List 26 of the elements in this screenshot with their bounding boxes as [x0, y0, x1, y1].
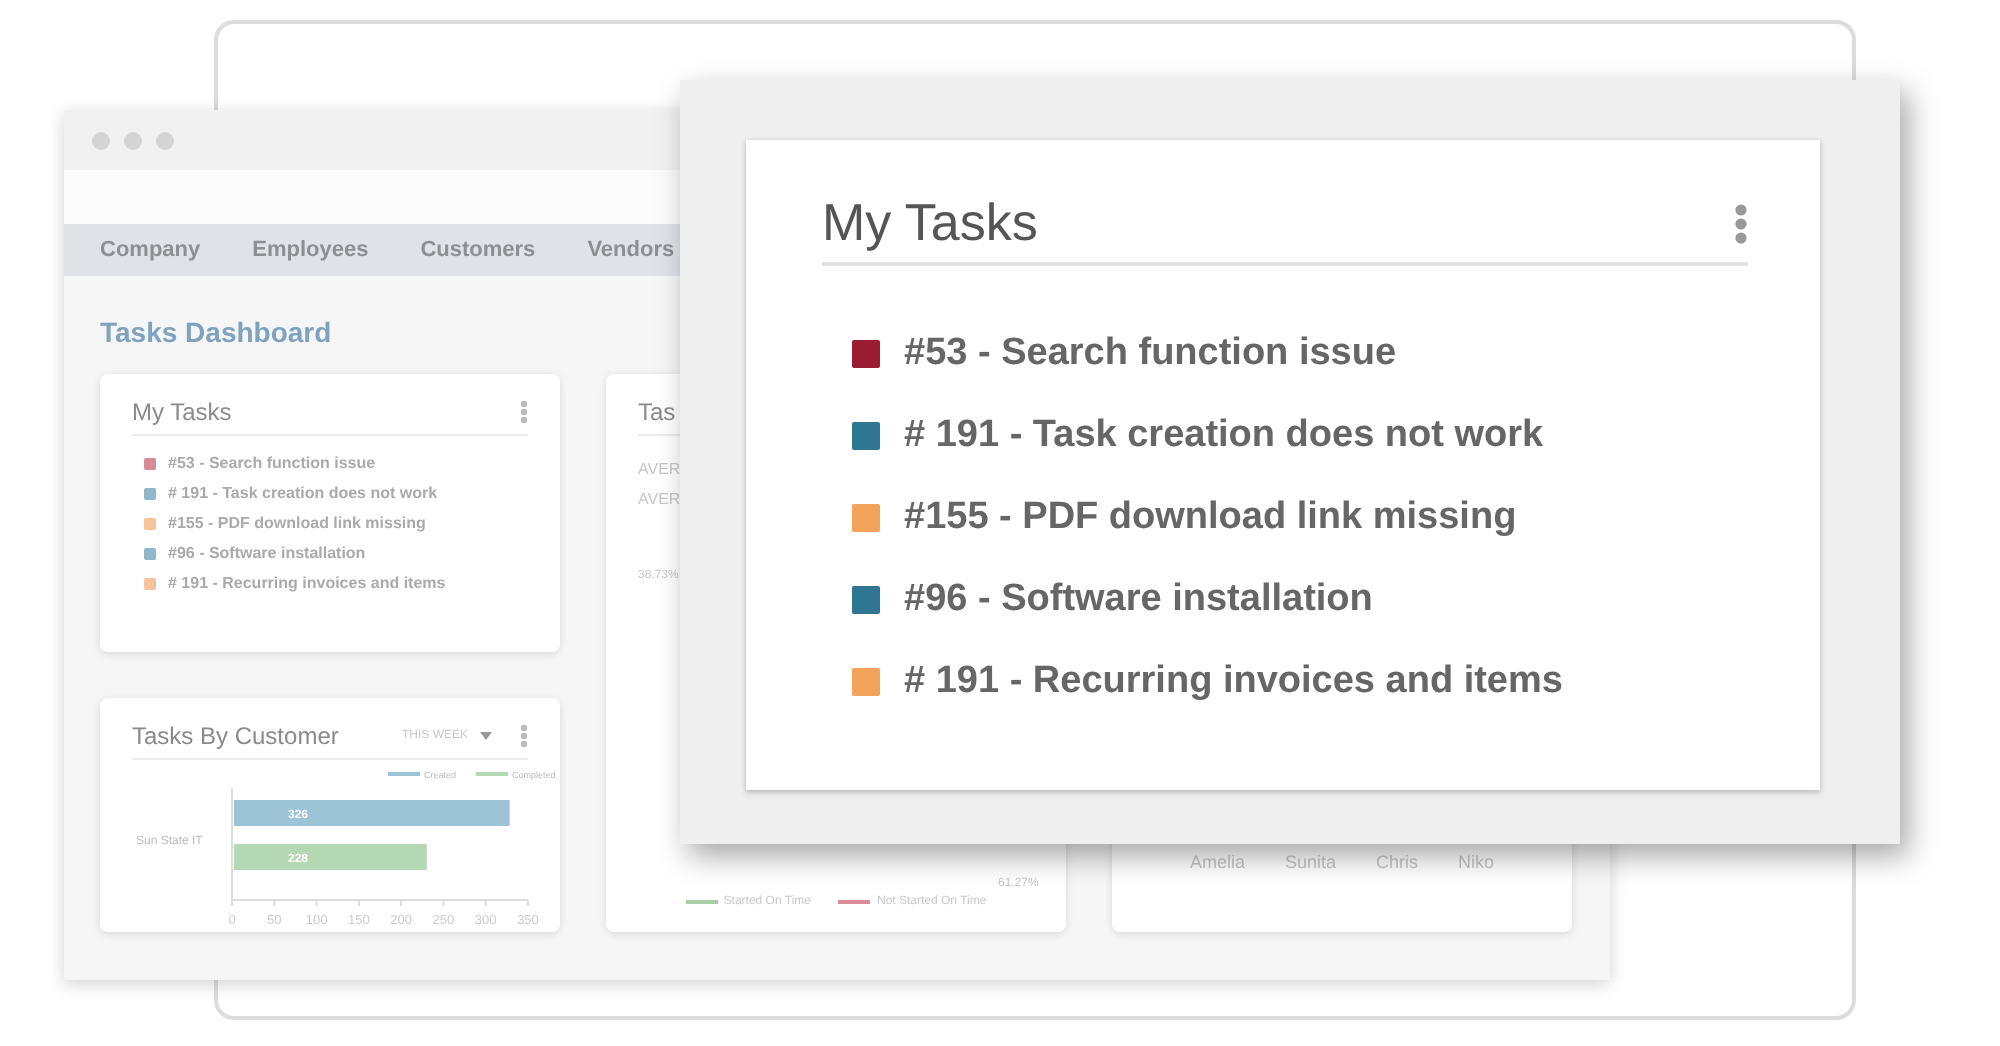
task-item[interactable]: #53 - Search function issue: [904, 332, 1397, 376]
card-title: Tas: [638, 398, 676, 426]
more-icon[interactable]: [520, 724, 528, 748]
window-dot[interactable]: [124, 131, 142, 149]
more-icon[interactable]: [1734, 201, 1748, 245]
task-item[interactable]: # 191 - Task creation does not work: [168, 484, 438, 502]
caret-icon[interactable]: [480, 732, 492, 740]
task-item[interactable]: #155 - PDF download link missing: [904, 496, 1517, 540]
nav-tab[interactable]: Employees: [252, 238, 369, 262]
nav-tab[interactable]: Customers: [420, 238, 536, 262]
task-item[interactable]: #53 - Search function issue: [168, 454, 376, 472]
card-title: Tasks By Customer: [132, 722, 339, 750]
nav-tab[interactable]: Company: [100, 238, 201, 262]
task-item[interactable]: #96 - Software installation: [168, 544, 366, 562]
task-item[interactable]: # 191 - Recurring invoices and items: [904, 660, 1563, 704]
page-title: Tasks Dashboard: [100, 316, 334, 348]
nav-tab[interactable]: Vendors: [587, 238, 675, 262]
task-item[interactable]: # 191 - Task creation does not work: [904, 414, 1544, 458]
window-dot[interactable]: [92, 131, 110, 149]
more-icon[interactable]: [520, 400, 528, 424]
task-item[interactable]: #96 - Software installation: [904, 578, 1373, 622]
card-title: My Tasks: [822, 192, 1038, 254]
task-item[interactable]: # 191 - Recurring invoices and items: [168, 574, 446, 592]
window-dot[interactable]: [156, 131, 174, 149]
card-title: My Tasks: [132, 398, 232, 426]
task-item[interactable]: #155 - PDF download link missing: [168, 514, 426, 532]
